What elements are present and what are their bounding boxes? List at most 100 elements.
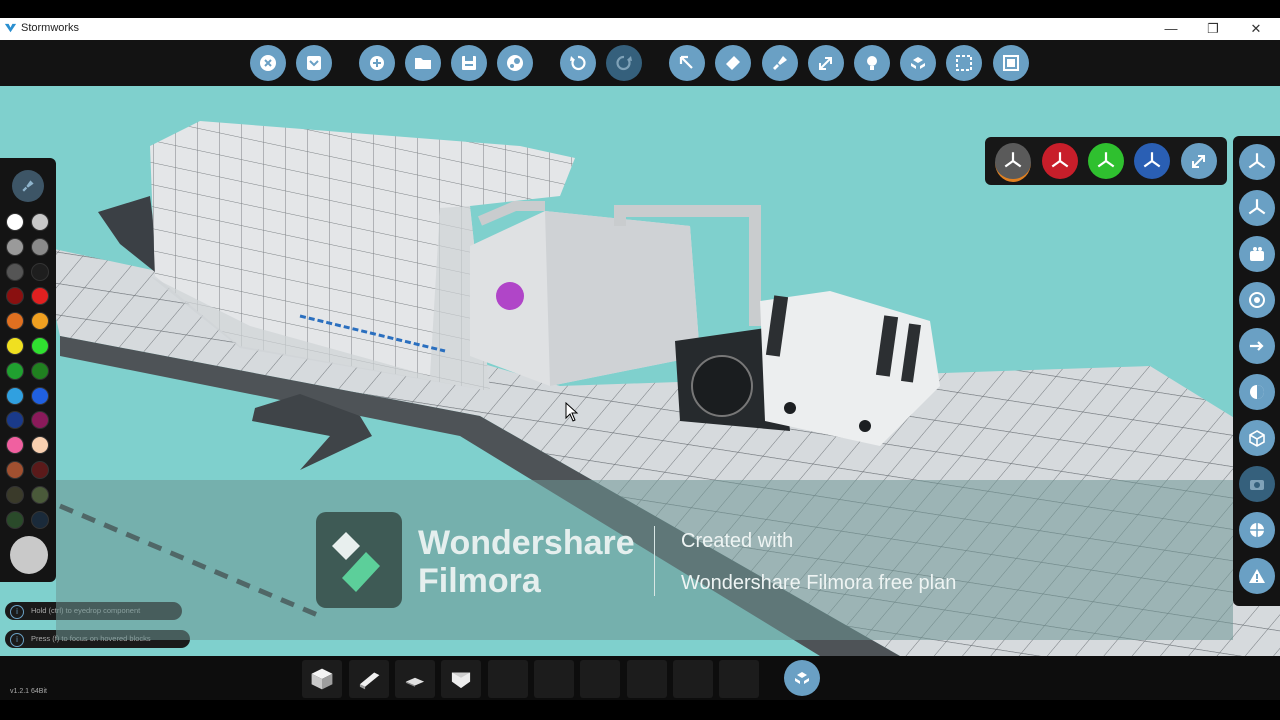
- pyramid-block-icon: [451, 672, 471, 689]
- color-swatch[interactable]: [6, 361, 24, 380]
- slot-cube-block[interactable]: [302, 660, 342, 698]
- folder-icon: [415, 58, 431, 69]
- minimize-icon[interactable]: —: [1156, 20, 1186, 38]
- axis-free-button[interactable]: [995, 143, 1031, 182]
- lightbulb-icon: [867, 56, 877, 70]
- warning-button[interactable]: [1239, 558, 1275, 594]
- color-swatch[interactable]: [31, 386, 49, 405]
- axis-tripod-icon: [1143, 152, 1161, 168]
- axis-tripod-icon: [1004, 152, 1022, 168]
- axis-x-button[interactable]: [1042, 143, 1078, 179]
- view-ortho-button[interactable]: [1239, 190, 1275, 226]
- save-button[interactable]: [451, 45, 487, 81]
- color-swatch[interactable]: [6, 287, 24, 306]
- purple-marker: [496, 282, 524, 310]
- axis-y-button[interactable]: [1088, 143, 1124, 179]
- bottom-hotbar: v1.2.1 64Bit: [0, 656, 1280, 700]
- color-swatch[interactable]: [31, 312, 49, 331]
- steam-icon: [507, 55, 523, 71]
- color-swatch[interactable]: [6, 262, 24, 281]
- view-axis-panel: [985, 137, 1227, 185]
- axis-reset-button[interactable]: [1181, 143, 1217, 179]
- close-circle-icon: [260, 55, 276, 71]
- slot-empty-7[interactable]: [580, 660, 620, 698]
- color-swatch[interactable]: [6, 461, 24, 479]
- move-button[interactable]: [1239, 328, 1275, 364]
- color-swatch[interactable]: [31, 411, 49, 430]
- selected-color-swatch[interactable]: [10, 536, 48, 574]
- color-swatch[interactable]: [6, 337, 24, 355]
- center-button[interactable]: [1239, 282, 1275, 318]
- view-perspective-button[interactable]: [1239, 144, 1275, 180]
- logic-tool-button[interactable]: [808, 45, 844, 81]
- ballast-button[interactable]: [1239, 374, 1275, 410]
- axis-z-button[interactable]: [1134, 143, 1170, 179]
- screenshot-button[interactable]: [1239, 466, 1275, 502]
- color-swatch[interactable]: [6, 237, 24, 256]
- color-swatch[interactable]: [31, 436, 49, 455]
- save-icon: [462, 56, 476, 70]
- color-swatch[interactable]: [6, 485, 24, 504]
- undo-button[interactable]: [560, 45, 596, 81]
- slot-pyramid-block[interactable]: [441, 660, 481, 698]
- slot-empty-6[interactable]: [534, 660, 574, 698]
- camera-lens-icon: [1250, 480, 1264, 490]
- color-palette-panel: [0, 158, 56, 582]
- slot-empty-9[interactable]: [673, 660, 713, 698]
- cube-block-icon: [311, 668, 333, 690]
- color-swatch[interactable]: [31, 361, 49, 380]
- axis-tripod-icon: [1051, 152, 1069, 168]
- close-editor-button[interactable]: [250, 45, 286, 81]
- slot-empty-10[interactable]: [719, 660, 759, 698]
- merge-button[interactable]: [993, 45, 1029, 81]
- axis-tripod-icon: [1248, 199, 1266, 215]
- open-button[interactable]: [405, 45, 441, 81]
- assembly-tool-button[interactable]: [900, 45, 936, 81]
- slot-empty-8[interactable]: [627, 660, 667, 698]
- erase-tool-button[interactable]: [715, 45, 751, 81]
- redo-button[interactable]: [606, 45, 642, 81]
- color-swatch[interactable]: [31, 337, 49, 355]
- camera-icon: [1250, 247, 1264, 261]
- color-swatch[interactable]: [6, 312, 24, 331]
- eyedropper-button[interactable]: [12, 170, 44, 202]
- color-swatch[interactable]: [31, 510, 49, 529]
- color-swatch[interactable]: [31, 262, 49, 281]
- watermark-created-line1: Created with: [681, 530, 794, 552]
- slot-wedge-block[interactable]: [349, 660, 389, 698]
- collapse-button[interactable]: [296, 45, 332, 81]
- color-swatch[interactable]: [31, 237, 49, 256]
- new-button[interactable]: [359, 45, 395, 81]
- workshop-button[interactable]: [497, 45, 533, 81]
- slot-slope-block[interactable]: [395, 660, 435, 698]
- window-title: Stormworks: [21, 22, 80, 34]
- restore-icon[interactable]: ❐: [1198, 20, 1228, 38]
- select-tool-button[interactable]: [669, 45, 705, 81]
- color-swatch[interactable]: [6, 386, 24, 405]
- color-swatch[interactable]: [6, 510, 24, 529]
- watermark-divider: [654, 526, 655, 596]
- selection-area-button[interactable]: [946, 45, 982, 81]
- globe-button[interactable]: [1239, 512, 1275, 548]
- cube-view-button[interactable]: [1239, 420, 1275, 456]
- eraser-icon: [726, 56, 740, 70]
- bottom-assembly-button[interactable]: [784, 660, 820, 696]
- camera-button[interactable]: [1239, 236, 1275, 272]
- paint-tool-button[interactable]: [762, 45, 798, 81]
- redo-icon: [616, 55, 632, 71]
- slot-empty-5[interactable]: [488, 660, 528, 698]
- color-swatch[interactable]: [6, 411, 24, 430]
- color-swatch[interactable]: [31, 287, 49, 306]
- color-swatch[interactable]: [6, 213, 24, 231]
- color-swatch[interactable]: [6, 436, 24, 455]
- color-swatch[interactable]: [31, 485, 49, 504]
- color-swatch[interactable]: [31, 213, 49, 231]
- light-tool-button[interactable]: [854, 45, 890, 81]
- assembly-icon: [911, 57, 925, 69]
- close-icon[interactable]: ✕: [1241, 20, 1271, 38]
- filmora-logo: [316, 512, 402, 608]
- color-swatch[interactable]: [31, 461, 49, 479]
- cursor-arrow-icon: [679, 55, 693, 69]
- dashed-select-icon: [956, 55, 972, 71]
- rear-light-left: [784, 402, 796, 414]
